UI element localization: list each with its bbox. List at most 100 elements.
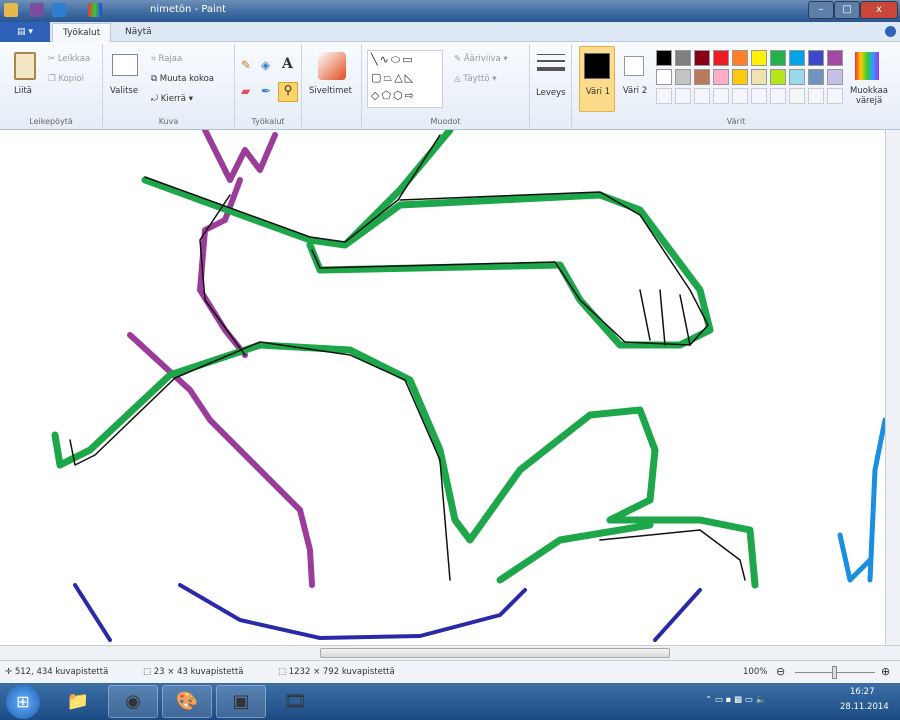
tab-tools[interactable]: Työkalut: [52, 23, 112, 42]
chrome-taskbar-icon[interactable]: ◉: [108, 685, 158, 718]
palette-color-swatch[interactable]: [732, 50, 748, 66]
blue-stroke: [73, 583, 702, 642]
purple-stroke: [127, 332, 315, 588]
resize-button[interactable]: ⧉ Muuta kokoa: [151, 74, 214, 84]
zoom-out-button[interactable]: ⊖: [776, 665, 785, 678]
color-picker-icon[interactable]: ✒: [261, 84, 271, 98]
paint-menu-button[interactable]: ▤ ▾: [0, 22, 50, 42]
paint-app-icon: [4, 3, 18, 17]
pencil-icon[interactable]: ✎: [241, 58, 251, 72]
size-group: Leveys: [530, 44, 572, 128]
green-stroke: [141, 130, 714, 349]
custom-color-slot[interactable]: [675, 88, 691, 104]
crop-label: Rajaa: [158, 54, 183, 64]
clipboard-group: Liitä ✂ Leikkaa ❐ Kopioi Leikepöytä: [0, 44, 103, 128]
palette-color-swatch[interactable]: [808, 69, 824, 85]
palette-color-swatch[interactable]: [675, 50, 691, 66]
app-taskbar-icon[interactable]: ▣: [216, 685, 266, 718]
tab-view[interactable]: Näytä: [115, 23, 162, 42]
system-tray-icons[interactable]: ⌃ ▭ ▪ ▩ ▭ 🔈: [705, 695, 766, 705]
size-button[interactable]: Leveys: [536, 88, 566, 98]
palette-color-swatch[interactable]: [713, 50, 729, 66]
brushes-group: Siveltimet: [302, 44, 362, 128]
start-button[interactable]: ⊞: [6, 685, 40, 719]
drawing-canvas[interactable]: [0, 130, 885, 645]
edit-colors-icon[interactable]: [855, 52, 879, 80]
colors-group-label: Värit: [726, 117, 746, 126]
palette-color-swatch[interactable]: [770, 69, 786, 85]
select-button[interactable]: Valitse: [110, 86, 138, 96]
palette-color-swatch[interactable]: [656, 50, 672, 66]
copy-button[interactable]: ❐ Kopioi: [48, 74, 84, 84]
title-bar: nimetön - Paint – □ x: [0, 0, 900, 22]
cut-button[interactable]: ✂ Leikkaa: [48, 54, 90, 64]
custom-color-slot[interactable]: [789, 88, 805, 104]
brush-icon[interactable]: [318, 52, 346, 80]
explorer-taskbar-icon[interactable]: 📁: [53, 685, 103, 718]
save-icon[interactable]: [30, 3, 44, 17]
redo-icon[interactable]: [88, 3, 102, 17]
custom-color-slot[interactable]: [694, 88, 710, 104]
select-icon[interactable]: [112, 54, 138, 76]
cursor-position: ✛ 512, 434 kuvapistettä: [5, 667, 109, 677]
crop-button[interactable]: ⌗ Rajaa: [151, 54, 182, 64]
rotate-button[interactable]: ⤾ Kierrä ▾: [151, 94, 193, 104]
horizontal-scroll-thumb[interactable]: [320, 648, 670, 658]
help-icon[interactable]: [885, 26, 896, 37]
palette-color-swatch[interactable]: [827, 69, 843, 85]
palette-color-swatch[interactable]: [789, 69, 805, 85]
palette-color-swatch[interactable]: [751, 69, 767, 85]
zoom-slider-thumb[interactable]: [832, 666, 837, 679]
custom-color-slot[interactable]: [827, 88, 843, 104]
shapes-group-label: Muodot: [430, 117, 461, 126]
minimize-button[interactable]: –: [808, 1, 834, 19]
image-group-label: Kuva: [158, 117, 179, 126]
palette-color-swatch[interactable]: [694, 50, 710, 66]
fill-bucket-icon[interactable]: ◈: [261, 58, 270, 72]
undo-icon[interactable]: [52, 3, 66, 17]
palette-color-swatch[interactable]: [732, 69, 748, 85]
color1-button[interactable]: Väri 1: [579, 46, 615, 112]
clock-date[interactable]: 28.11.2014: [840, 702, 889, 712]
paint-taskbar-icon[interactable]: 🎨: [162, 685, 212, 718]
brushes-button[interactable]: Siveltimet: [309, 86, 352, 96]
palette-color-swatch[interactable]: [770, 50, 786, 66]
palette-color-swatch[interactable]: [808, 50, 824, 66]
color2-button[interactable]: Väri 2: [620, 46, 650, 112]
clock-time[interactable]: 16:27: [850, 687, 875, 697]
palette-color-swatch[interactable]: [751, 50, 767, 66]
media-taskbar-icon[interactable]: 🎞: [270, 685, 320, 718]
palette-color-swatch[interactable]: [789, 50, 805, 66]
palette-color-swatch[interactable]: [675, 69, 691, 85]
fill-button[interactable]: ◬ Täyttö ▾: [454, 74, 497, 84]
custom-color-slot[interactable]: [656, 88, 672, 104]
status-bar: ✛ 512, 434 kuvapistettä ⬚ 23 × 43 kuvapi…: [0, 660, 900, 683]
paste-button[interactable]: Liitä: [14, 86, 32, 96]
magnifier-icon[interactable]: ⚲: [278, 82, 298, 102]
custom-color-slot[interactable]: [713, 88, 729, 104]
zoom-in-button[interactable]: ⊕: [881, 665, 890, 678]
custom-color-slot[interactable]: [732, 88, 748, 104]
palette-color-swatch[interactable]: [713, 69, 729, 85]
shapes-gallery[interactable]: ╲∿⬭▭ ▢⏢△◺ ◇⬠⬡⇨: [367, 50, 443, 108]
blue-stroke: [178, 583, 527, 640]
outline-button[interactable]: ✎ Ääriviiva ▾: [454, 54, 508, 64]
paste-icon[interactable]: [14, 52, 36, 80]
clipboard-group-label: Leikepöytä: [29, 117, 73, 126]
rotate-label: Kierrä: [160, 94, 187, 104]
vertical-scrollbar[interactable]: [885, 130, 900, 645]
text-tool-icon[interactable]: A: [282, 56, 293, 72]
custom-color-slot[interactable]: [751, 88, 767, 104]
green-stroke: [496, 521, 654, 584]
palette-color-swatch[interactable]: [656, 69, 672, 85]
close-button[interactable]: x: [860, 1, 898, 19]
horizontal-scrollbar[interactable]: [0, 645, 900, 660]
palette-color-swatch[interactable]: [694, 69, 710, 85]
ribbon: Liitä ✂ Leikkaa ❐ Kopioi Leikepöytä Vali…: [0, 42, 900, 130]
custom-color-slot[interactable]: [770, 88, 786, 104]
edit-colors-button[interactable]: Muokkaa värejä: [844, 86, 894, 106]
palette-color-swatch[interactable]: [827, 50, 843, 66]
maximize-button[interactable]: □: [834, 1, 860, 19]
custom-color-slot[interactable]: [808, 88, 824, 104]
eraser-icon[interactable]: ▰: [241, 84, 250, 98]
